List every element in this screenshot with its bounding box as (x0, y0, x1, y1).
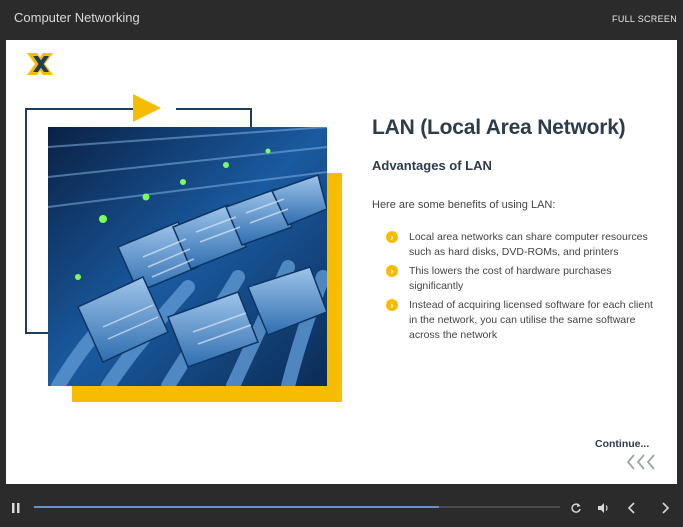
decorative-frame-top (25, 108, 139, 110)
decorative-frame-right (250, 108, 252, 128)
benefit-text: Instead of acquiring licensed software f… (409, 299, 653, 341)
play-triangle-icon (133, 94, 161, 122)
slide-subtitle: Advantages of LAN (372, 158, 492, 173)
intro-text: Here are some benefits of using LAN: (372, 199, 556, 211)
benefit-text: This lowers the cost of hardware purchas… (409, 265, 612, 292)
benefit-item: › Instead of acquiring licensed software… (386, 298, 656, 343)
benefit-item: › This lowers the cost of hardware purch… (386, 264, 656, 294)
replay-button[interactable] (566, 488, 586, 527)
progress-bar[interactable] (34, 506, 560, 508)
top-bar: Computer Networking FULL SCREEN (0, 0, 683, 40)
slide-title: LAN (Local Area Network) (372, 116, 626, 139)
chevron-left-icon (627, 501, 635, 514)
course-title: Computer Networking (14, 10, 140, 25)
player-controls (0, 488, 683, 527)
bullet-chevron-icon: › (386, 265, 398, 277)
benefits-list: › Local area networks can share computer… (386, 230, 656, 347)
fullscreen-button[interactable]: FULL SCREEN (612, 14, 677, 24)
slide: LAN (Local Area Network) Advantages of L… (6, 40, 677, 484)
volume-button[interactable] (593, 488, 613, 527)
ethernet-cables-illustration (48, 127, 327, 386)
previous-button[interactable] (622, 488, 642, 527)
decorative-frame-top-right (176, 108, 252, 110)
volume-icon (598, 502, 608, 513)
network-cables-image (48, 127, 327, 386)
replay-icon (571, 502, 581, 513)
bullet-chevron-icon: › (386, 299, 398, 311)
brand-logo-icon (27, 53, 53, 75)
benefit-text: Local area networks can share computer r… (409, 231, 648, 258)
bullet-chevron-icon: › (386, 231, 398, 243)
chevron-right-icon (662, 501, 670, 514)
progress-fill (34, 506, 440, 508)
benefit-item: › Local area networks can share computer… (386, 230, 656, 260)
pause-button[interactable] (6, 488, 26, 527)
course-player: Computer Networking FULL SCREEN LAN (Loc… (0, 0, 683, 527)
pause-icon (12, 502, 20, 513)
triple-chevron-left-icon[interactable] (625, 452, 657, 472)
next-button[interactable] (655, 488, 675, 527)
continue-button[interactable]: Continue... (595, 438, 649, 450)
